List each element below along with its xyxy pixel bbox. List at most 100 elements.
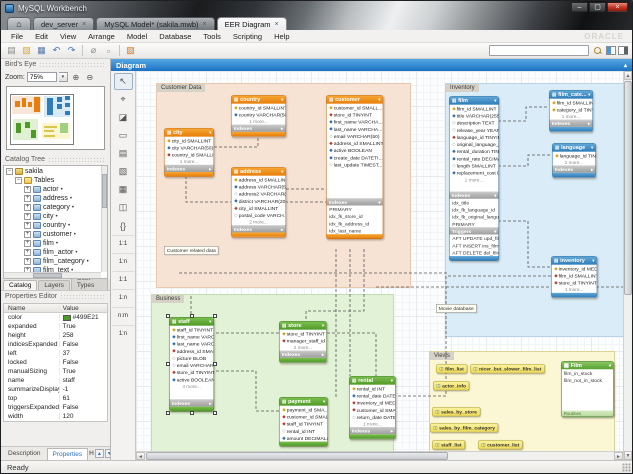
table-header[interactable]: ▦city▾ <box>165 129 214 137</box>
selection-handle[interactable] <box>213 314 217 318</box>
diagram-table-film_cate[interactable]: ▦film_cate...▾◆film_id SMALLINT◆category… <box>549 90 593 132</box>
diagram-table-rental[interactable]: ▦rental▾◆rental_id INT◆rental_date DATE.… <box>349 376 396 439</box>
scroll-right-icon[interactable]: ► <box>614 452 623 460</box>
home-tab[interactable]: ⌂ <box>7 17 31 30</box>
property-row-indicesExpanded[interactable]: indicesExpandedFalse <box>4 340 107 349</box>
view-customer_list[interactable]: ◫customer_list <box>478 438 559 451</box>
toggle-right-panel-icon[interactable] <box>618 46 628 55</box>
routine-group-tool-icon[interactable]: {} <box>114 217 133 234</box>
table-header[interactable]: ▦staff▾ <box>170 318 214 326</box>
bottom-tab-properties[interactable]: Properties <box>47 448 89 460</box>
bottom-tab-description[interactable]: Description <box>3 448 46 459</box>
collapse-table-icon[interactable]: ▾ <box>281 169 283 174</box>
document-tab-0[interactable]: dev_server× <box>33 17 94 30</box>
canvas-horizontal-scrollbar[interactable]: ◄ ► <box>136 451 623 460</box>
tree-node-table-film_actor[interactable]: +film_actor• <box>4 248 101 257</box>
zoom-select-arrow-icon[interactable]: ▾ <box>59 72 68 82</box>
scroll-up-icon[interactable]: ▲ <box>624 71 632 80</box>
tree-node-table-address[interactable]: +address• <box>4 194 101 203</box>
section-toggle-icon[interactable]: ▸ <box>391 429 393 434</box>
birds-eye-minimap[interactable] <box>6 86 105 150</box>
scroll-left-icon[interactable]: ◄ <box>136 452 145 460</box>
zoom-in-button[interactable]: ⊕ <box>70 72 82 83</box>
section-indexes[interactable]: Indexes▸ <box>170 400 214 407</box>
section-toggle-icon[interactable]: ▸ <box>322 352 324 357</box>
tree-expander-icon[interactable]: + <box>24 186 31 193</box>
open-model-icon[interactable]: ▨ <box>20 45 33 57</box>
rel-1n-pick-tool-icon[interactable]: 1:n <box>112 325 135 342</box>
collapse-table-icon[interactable]: ▾ <box>592 258 594 263</box>
property-row-top[interactable]: top61 <box>4 394 107 403</box>
table-header[interactable]: ▦film▾ <box>450 97 499 105</box>
section-indexes[interactable]: Indexes▸ <box>553 166 596 173</box>
section-toggle-icon[interactable]: ▾ <box>494 229 496 234</box>
new-diagram-icon[interactable]: ▧ <box>124 45 137 57</box>
property-row-color[interactable]: color#499E21 <box>4 313 107 322</box>
routine-film_not_in_stock[interactable]: film_not_in_stock <box>562 376 614 383</box>
rel-1n-id-tool-icon[interactable]: 1:n <box>112 289 135 306</box>
tree-node-schema[interactable]: −sakila <box>4 167 101 176</box>
selection-handle[interactable] <box>166 314 170 318</box>
menu-file[interactable]: File <box>5 32 29 41</box>
eer-diagram-canvas[interactable]: Customer DataInventoryBusinessViews▦coun… <box>136 71 623 451</box>
section-toggle-icon[interactable]: ▸ <box>281 227 283 232</box>
diagram-panel-header[interactable]: Diagram ▴ <box>111 59 632 71</box>
section-toggle-icon[interactable]: ▸ <box>281 126 283 131</box>
section-indexes[interactable]: Indexes▸ <box>280 351 327 358</box>
tree-node-table-customer[interactable]: +customer• <box>4 230 101 239</box>
collapse-table-icon[interactable]: ▾ <box>209 319 211 324</box>
property-row-width[interactable]: width120 <box>4 412 107 421</box>
table-header[interactable]: ▦address▾ <box>232 168 286 176</box>
table-header[interactable]: ▦customer▾ <box>327 96 383 104</box>
diagram-table-staff[interactable]: ▦staff▾◆staff_id TINYINT◆first_name VARC… <box>169 317 214 412</box>
table-header[interactable]: ▦inventory▾ <box>552 257 597 265</box>
collapse-table-icon[interactable]: ▾ <box>494 98 496 103</box>
more-columns-label[interactable]: 3 more... <box>170 383 214 390</box>
table-header[interactable]: ▦payment▾ <box>280 398 328 406</box>
collapse-table-icon[interactable]: ▾ <box>378 97 380 102</box>
routine-group-header[interactable]: ▦Film▾ <box>562 362 614 370</box>
rel-11-id-tool-icon[interactable]: 1:1 <box>112 271 135 288</box>
selection-handle[interactable] <box>166 411 170 415</box>
tree-node-table-film[interactable]: +film• <box>4 239 101 248</box>
collapse-table-icon[interactable]: ▾ <box>323 399 325 404</box>
tree-node-table-category[interactable]: +category• <box>4 203 101 212</box>
note-customer-related-data[interactable]: Customer related data <box>164 246 263 262</box>
menu-scripting[interactable]: Scripting <box>227 32 268 41</box>
close-tab-icon[interactable]: × <box>203 21 207 28</box>
tree-expander-icon[interactable]: + <box>24 204 31 211</box>
document-tab-2[interactable]: EER Diagram× <box>217 17 287 30</box>
tree-expander-icon[interactable]: + <box>24 222 31 229</box>
save-model-icon[interactable]: ▦ <box>35 45 48 57</box>
section-indexes[interactable]: Indexes▸ <box>550 120 593 127</box>
property-row-height[interactable]: height258 <box>4 331 107 340</box>
view-tool-icon[interactable]: ◫ <box>114 199 133 216</box>
menu-model[interactable]: Model <box>121 32 153 41</box>
resize-grip[interactable] <box>622 463 631 472</box>
section-toggle-icon[interactable]: ▸ <box>588 121 590 126</box>
eraser-tool-icon[interactable]: ◪ <box>114 109 133 126</box>
property-row-locked[interactable]: lockedFalse <box>4 358 107 367</box>
routine-film_in_stock[interactable]: film_in_stock <box>562 369 614 376</box>
property-row-manualSizing[interactable]: manualSizingTrue <box>4 367 107 376</box>
table-tool-icon[interactable]: ▦ <box>114 181 133 198</box>
tree-expander-icon[interactable]: + <box>24 258 31 265</box>
menu-tools[interactable]: Tools <box>197 32 227 41</box>
image-tool-icon[interactable]: ▧ <box>114 163 133 180</box>
undo-icon[interactable]: ↶ <box>50 45 63 57</box>
diagram-table-store[interactable]: ▦store▾◆store_id TINYINT◆manager_staff_i… <box>279 321 327 363</box>
tree-node-table-country[interactable]: +country• <box>4 221 101 230</box>
titlebar[interactable]: MySQL Workbench –▢× <box>1 1 632 16</box>
menu-arrange[interactable]: Arrange <box>82 32 121 41</box>
tree-expander-icon[interactable]: + <box>24 195 31 202</box>
tree-expander-icon[interactable]: + <box>24 231 31 238</box>
tree-expander-icon[interactable]: + <box>24 240 31 247</box>
selection-handle[interactable] <box>190 411 194 415</box>
section-indexes[interactable]: Indexes▸ <box>165 165 214 172</box>
section-indexes[interactable]: Indexes▾ <box>327 198 383 205</box>
diagram-table-customer[interactable]: ▦customer▾◆customer_id SMALL...◆store_id… <box>326 95 383 239</box>
routine-group-film[interactable]: ▦Film▾film_in_stockfilm_not_in_stockRout… <box>561 361 614 451</box>
close-tab-icon[interactable]: × <box>82 21 86 28</box>
layer-tool-icon[interactable]: ▭ <box>114 127 133 144</box>
property-row-summarizeDisplay[interactable]: summarizeDisplay-1 <box>4 385 107 394</box>
